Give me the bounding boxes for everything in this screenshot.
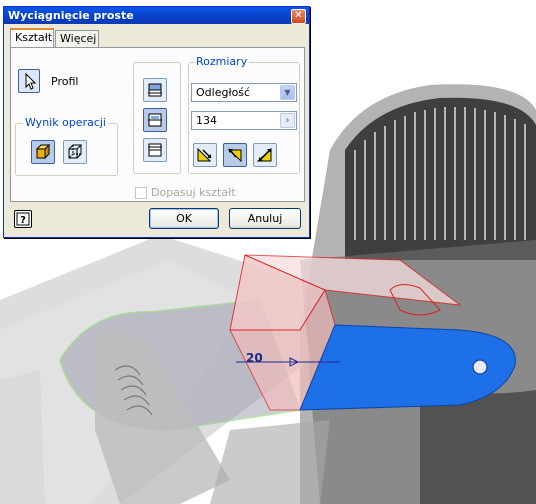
direction-up-button[interactable]: [143, 78, 167, 102]
help-button[interactable]: ?: [14, 210, 32, 228]
tab-panel: Profil Wynik operacji Rozmiary Odległość…: [10, 47, 305, 202]
direction-middle-button[interactable]: [143, 108, 167, 132]
direction-up-icon: [148, 83, 162, 97]
extent-select[interactable]: Odległość ▼: [191, 83, 297, 102]
close-icon[interactable]: ✕: [291, 9, 306, 24]
symmetric-direction-icon: [256, 147, 272, 162]
solid-cube-icon: [35, 143, 51, 160]
extrude-dialog: Wyciągnięcie proste ✕ Kształt Więcej Pro…: [3, 6, 310, 238]
cursor-arrow-icon: [25, 72, 37, 90]
tab-shape[interactable]: Kształt: [10, 28, 54, 47]
chevron-down-icon[interactable]: ▼: [280, 85, 295, 100]
svg-text:?: ?: [20, 215, 26, 226]
profile-label: Profil: [51, 75, 79, 88]
chevron-right-icon[interactable]: ›: [280, 113, 295, 128]
surface-cube-icon: [68, 144, 83, 159]
dimensions-group-title: Rozmiary: [194, 55, 250, 68]
distance-field[interactable]: 134 ›: [191, 111, 297, 130]
direction-middle-icon: [148, 113, 162, 127]
direction-down-button[interactable]: [143, 138, 167, 162]
operation-group-title: Wynik operacji: [23, 116, 108, 129]
direction-down-icon: [148, 143, 162, 157]
help-icon: ?: [16, 212, 30, 226]
extent-select-value: Odległość: [196, 86, 251, 99]
symmetric-direction-button[interactable]: [253, 143, 277, 167]
match-shape-checkbox[interactable]: [135, 187, 147, 199]
match-shape-label: Dopasuj kształt: [151, 186, 236, 199]
flip-direction-2-icon: [227, 148, 242, 163]
tab-more[interactable]: Więcej: [55, 30, 99, 47]
dimension-label: 20: [246, 351, 263, 365]
cancel-button[interactable]: Anuluj: [229, 208, 301, 229]
solid-output-button[interactable]: [31, 140, 55, 164]
distance-field-value: 134: [196, 114, 217, 127]
dialog-titlebar[interactable]: Wyciągnięcie proste ✕: [4, 7, 309, 24]
surface-output-button[interactable]: [63, 140, 87, 164]
ok-button[interactable]: OK: [149, 208, 219, 229]
flip-direction-1-icon: [197, 147, 212, 162]
dialog-title: Wyciągnięcie proste: [8, 9, 134, 22]
profile-select-button[interactable]: [18, 69, 40, 93]
flip-direction-1-button[interactable]: [193, 143, 217, 167]
flip-direction-2-button[interactable]: [223, 143, 247, 167]
